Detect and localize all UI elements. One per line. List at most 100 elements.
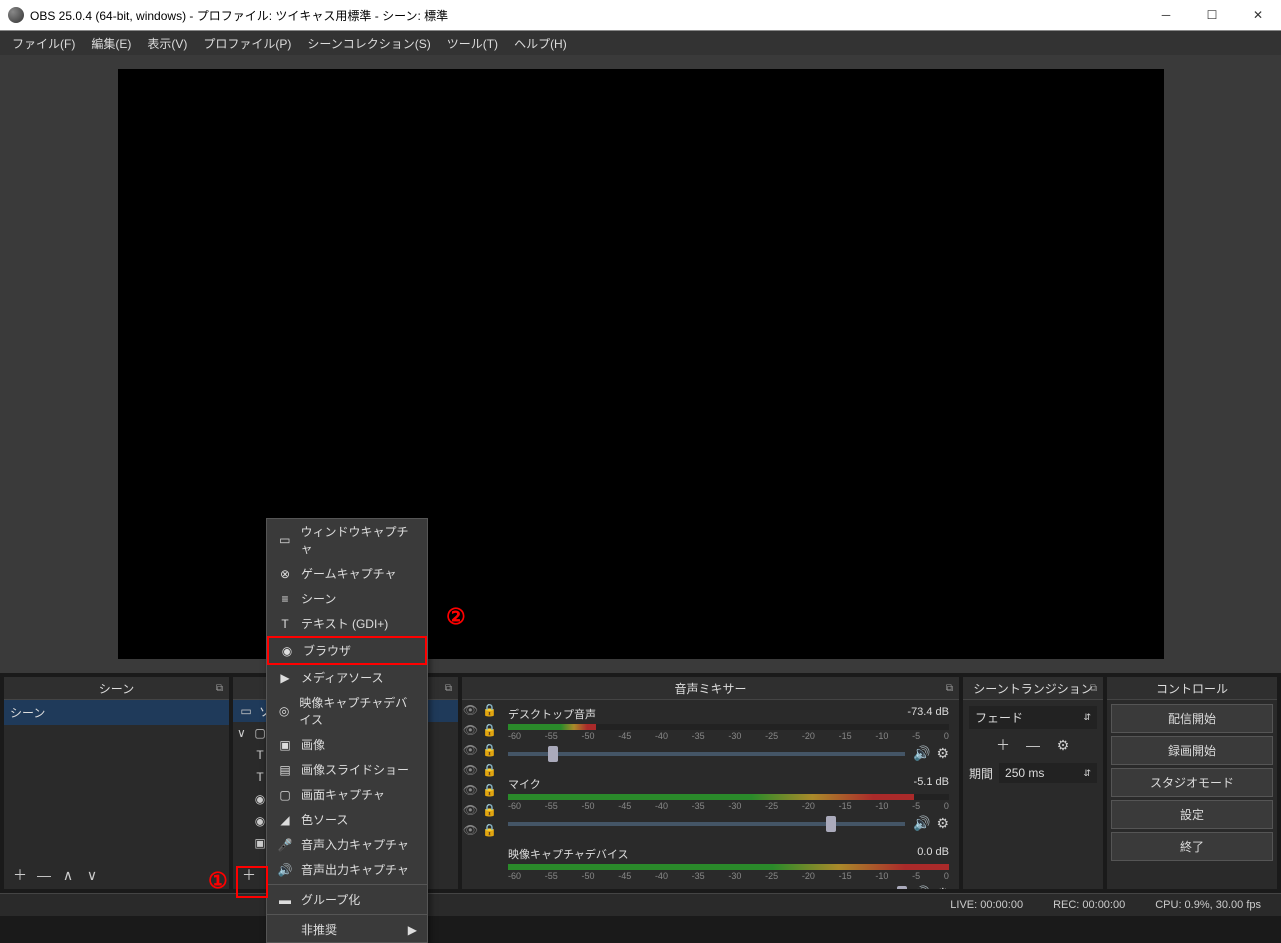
remove-transition-button[interactable]: — — [1023, 735, 1043, 755]
status-rec: REC: 00:00:00 — [1053, 899, 1125, 911]
popout-icon[interactable]: ⧉ — [445, 683, 452, 694]
menu-item[interactable]: ▬グループ化 — [267, 887, 427, 912]
menu-icon: ≡ — [277, 592, 293, 606]
menu-view[interactable]: 表示(V) — [139, 32, 195, 55]
scenes-header[interactable]: シーン ⧉ — [4, 677, 229, 700]
transition-select[interactable]: フェード ⇵ — [969, 706, 1097, 729]
preview-area — [0, 55, 1281, 673]
visibility-icon[interactable]: 👁 — [463, 723, 478, 737]
mixer-header[interactable]: 音声ミキサー ⧉ — [462, 677, 959, 700]
close-button[interactable]: ✕ — [1235, 0, 1281, 30]
scene-up-button[interactable]: ∧ — [58, 865, 78, 885]
scene-item[interactable]: シーン — [4, 700, 229, 725]
menu-item[interactable]: 非推奨▶ — [267, 917, 427, 942]
speaker-icon[interactable]: 🔊 — [913, 885, 930, 889]
docks: シーン ⧉ シーン ＋ — ∧ ∨ ソース ⧉ ▭ ソース ∨ ▢ 画面キャプチ… — [0, 673, 1281, 893]
add-transition-button[interactable]: ＋ — [993, 735, 1013, 755]
audio-meter — [508, 864, 949, 870]
popout-icon[interactable]: ⧉ — [946, 683, 953, 694]
volume-slider[interactable] — [508, 752, 905, 756]
menu-item[interactable]: ▶メディアソース — [267, 665, 427, 690]
menu-icon: ▢ — [277, 788, 293, 802]
maximize-button[interactable]: ☐ — [1189, 0, 1235, 30]
expand-icon[interactable]: ∨ — [237, 726, 247, 740]
channel-name: デスクトップ音声 — [508, 706, 596, 722]
visibility-icon[interactable]: 👁 — [463, 703, 478, 717]
start-streaming-button[interactable]: 配信開始 — [1111, 704, 1273, 733]
menu-item[interactable]: 🔊音声出力キャプチャ — [267, 857, 427, 882]
menu-label: 画面キャプチャ — [301, 786, 385, 803]
menu-item[interactable]: ◎ 映像キャプチャデバイス — [267, 690, 427, 732]
gear-icon[interactable]: ⚙ — [936, 885, 949, 889]
transitions-body: フェード ⇵ ＋ — ⚙ 期間 250 ms ⇵ — [963, 700, 1103, 789]
menu-item[interactable]: 🎤音声入力キャプチャ — [267, 832, 427, 857]
popout-icon[interactable]: ⧉ — [1090, 683, 1097, 694]
menu-item[interactable]: ⊗ゲームキャプチャ — [267, 561, 427, 586]
exit-button[interactable]: 終了 — [1111, 832, 1273, 861]
channel-db: -5.1 dB — [914, 776, 949, 792]
studio-mode-button[interactable]: スタジオモード — [1111, 768, 1273, 797]
lock-icon[interactable]: 🔒 — [482, 743, 497, 757]
annotation-1: ① — [208, 868, 228, 894]
menu-item[interactable]: ◢色ソース — [267, 807, 427, 832]
scenes-list[interactable]: シーン — [4, 700, 229, 861]
menu-edit[interactable]: 編集(E) — [83, 32, 139, 55]
menu-item[interactable]: ▢ 画面キャプチャ — [267, 782, 427, 807]
menu-tools[interactable]: ツール(T) — [439, 32, 506, 55]
menu-item[interactable]: ▤画像スライドショー — [267, 757, 427, 782]
scene-down-button[interactable]: ∨ — [82, 865, 102, 885]
lock-icon[interactable]: 🔒 — [482, 783, 497, 797]
menu-label: 音声入力キャプチャ — [301, 836, 409, 853]
lock-icon[interactable]: 🔒 — [482, 763, 497, 777]
menu-item[interactable]: ◉ブラウザ — [267, 636, 427, 665]
menu-item[interactable]: ▣画像 — [267, 732, 427, 757]
minimize-button[interactable]: ─ — [1143, 0, 1189, 30]
menu-icon: ◢ — [277, 813, 293, 827]
menu-file[interactable]: ファイル(F) — [4, 32, 83, 55]
channel-name: マイク — [508, 776, 541, 792]
transitions-header[interactable]: シーントランジション ⧉ — [963, 677, 1103, 700]
menu-label: テキスト (GDI+) — [301, 615, 388, 632]
menu-item[interactable]: ▭ウィンドウキャプチャ — [267, 519, 427, 561]
start-recording-button[interactable]: 録画開始 — [1111, 736, 1273, 765]
speaker-icon[interactable]: 🔊 — [913, 745, 930, 762]
menu-icon: 🔊 — [277, 863, 293, 877]
menu-scene-collection[interactable]: シーンコレクション(S) — [299, 32, 438, 55]
menu-icon: ⊗ — [277, 567, 293, 581]
lock-icon[interactable]: 🔒 — [482, 803, 497, 817]
visibility-icon[interactable]: 👁 — [463, 763, 478, 777]
mixer-channel: デスクトップ音声-73.4 dB -60-55-50-45-40-35-30-2… — [508, 706, 949, 762]
menu-profile[interactable]: プロファイル(P) — [195, 32, 299, 55]
add-source-menu[interactable]: ▭ウィンドウキャプチャ⊗ゲームキャプチャ≡シーンTテキスト (GDI+)◉ブラウ… — [266, 518, 428, 943]
add-scene-button[interactable]: ＋ — [10, 865, 30, 885]
window-title: OBS 25.0.4 (64-bit, windows) - プロファイル: ツ… — [30, 7, 1143, 24]
lock-icon[interactable]: 🔒 — [482, 823, 497, 837]
settings-button[interactable]: 設定 — [1111, 800, 1273, 829]
remove-scene-button[interactable]: — — [34, 865, 54, 885]
transition-props-button[interactable]: ⚙ — [1053, 735, 1073, 755]
gear-icon[interactable]: ⚙ — [936, 815, 949, 832]
volume-slider[interactable] — [508, 822, 905, 826]
visibility-icon[interactable]: 👁 — [463, 783, 478, 797]
controls-header[interactable]: コントロール — [1107, 677, 1277, 700]
menu-label: 映像キャプチャデバイス — [299, 694, 417, 728]
menu-item[interactable]: ≡シーン — [267, 586, 427, 611]
gear-icon[interactable]: ⚙ — [936, 745, 949, 762]
speaker-icon[interactable]: 🔊 — [913, 815, 930, 832]
menu-label: ウィンドウキャプチャ — [301, 523, 417, 557]
visibility-icon[interactable]: 👁 — [463, 823, 478, 837]
menu-icon: ▶ — [277, 671, 293, 685]
lock-icon[interactable]: 🔒 — [482, 703, 497, 717]
annotation-1-box — [236, 866, 268, 898]
controls-body: 配信開始 録画開始 スタジオモード 設定 終了 — [1107, 700, 1277, 865]
lock-icon[interactable]: 🔒 — [482, 723, 497, 737]
channel-name: 映像キャプチャデバイス — [508, 846, 629, 862]
menu-icon: ◎ — [277, 704, 291, 718]
menu-item[interactable]: Tテキスト (GDI+) — [267, 611, 427, 636]
popout-icon[interactable]: ⧉ — [216, 683, 223, 694]
visibility-icon[interactable]: 👁 — [463, 743, 478, 757]
visibility-icon[interactable]: 👁 — [463, 803, 478, 817]
menu-help[interactable]: ヘルプ(H) — [506, 32, 575, 55]
duration-input[interactable]: 250 ms ⇵ — [999, 763, 1097, 783]
channel-db: -73.4 dB — [907, 706, 949, 722]
